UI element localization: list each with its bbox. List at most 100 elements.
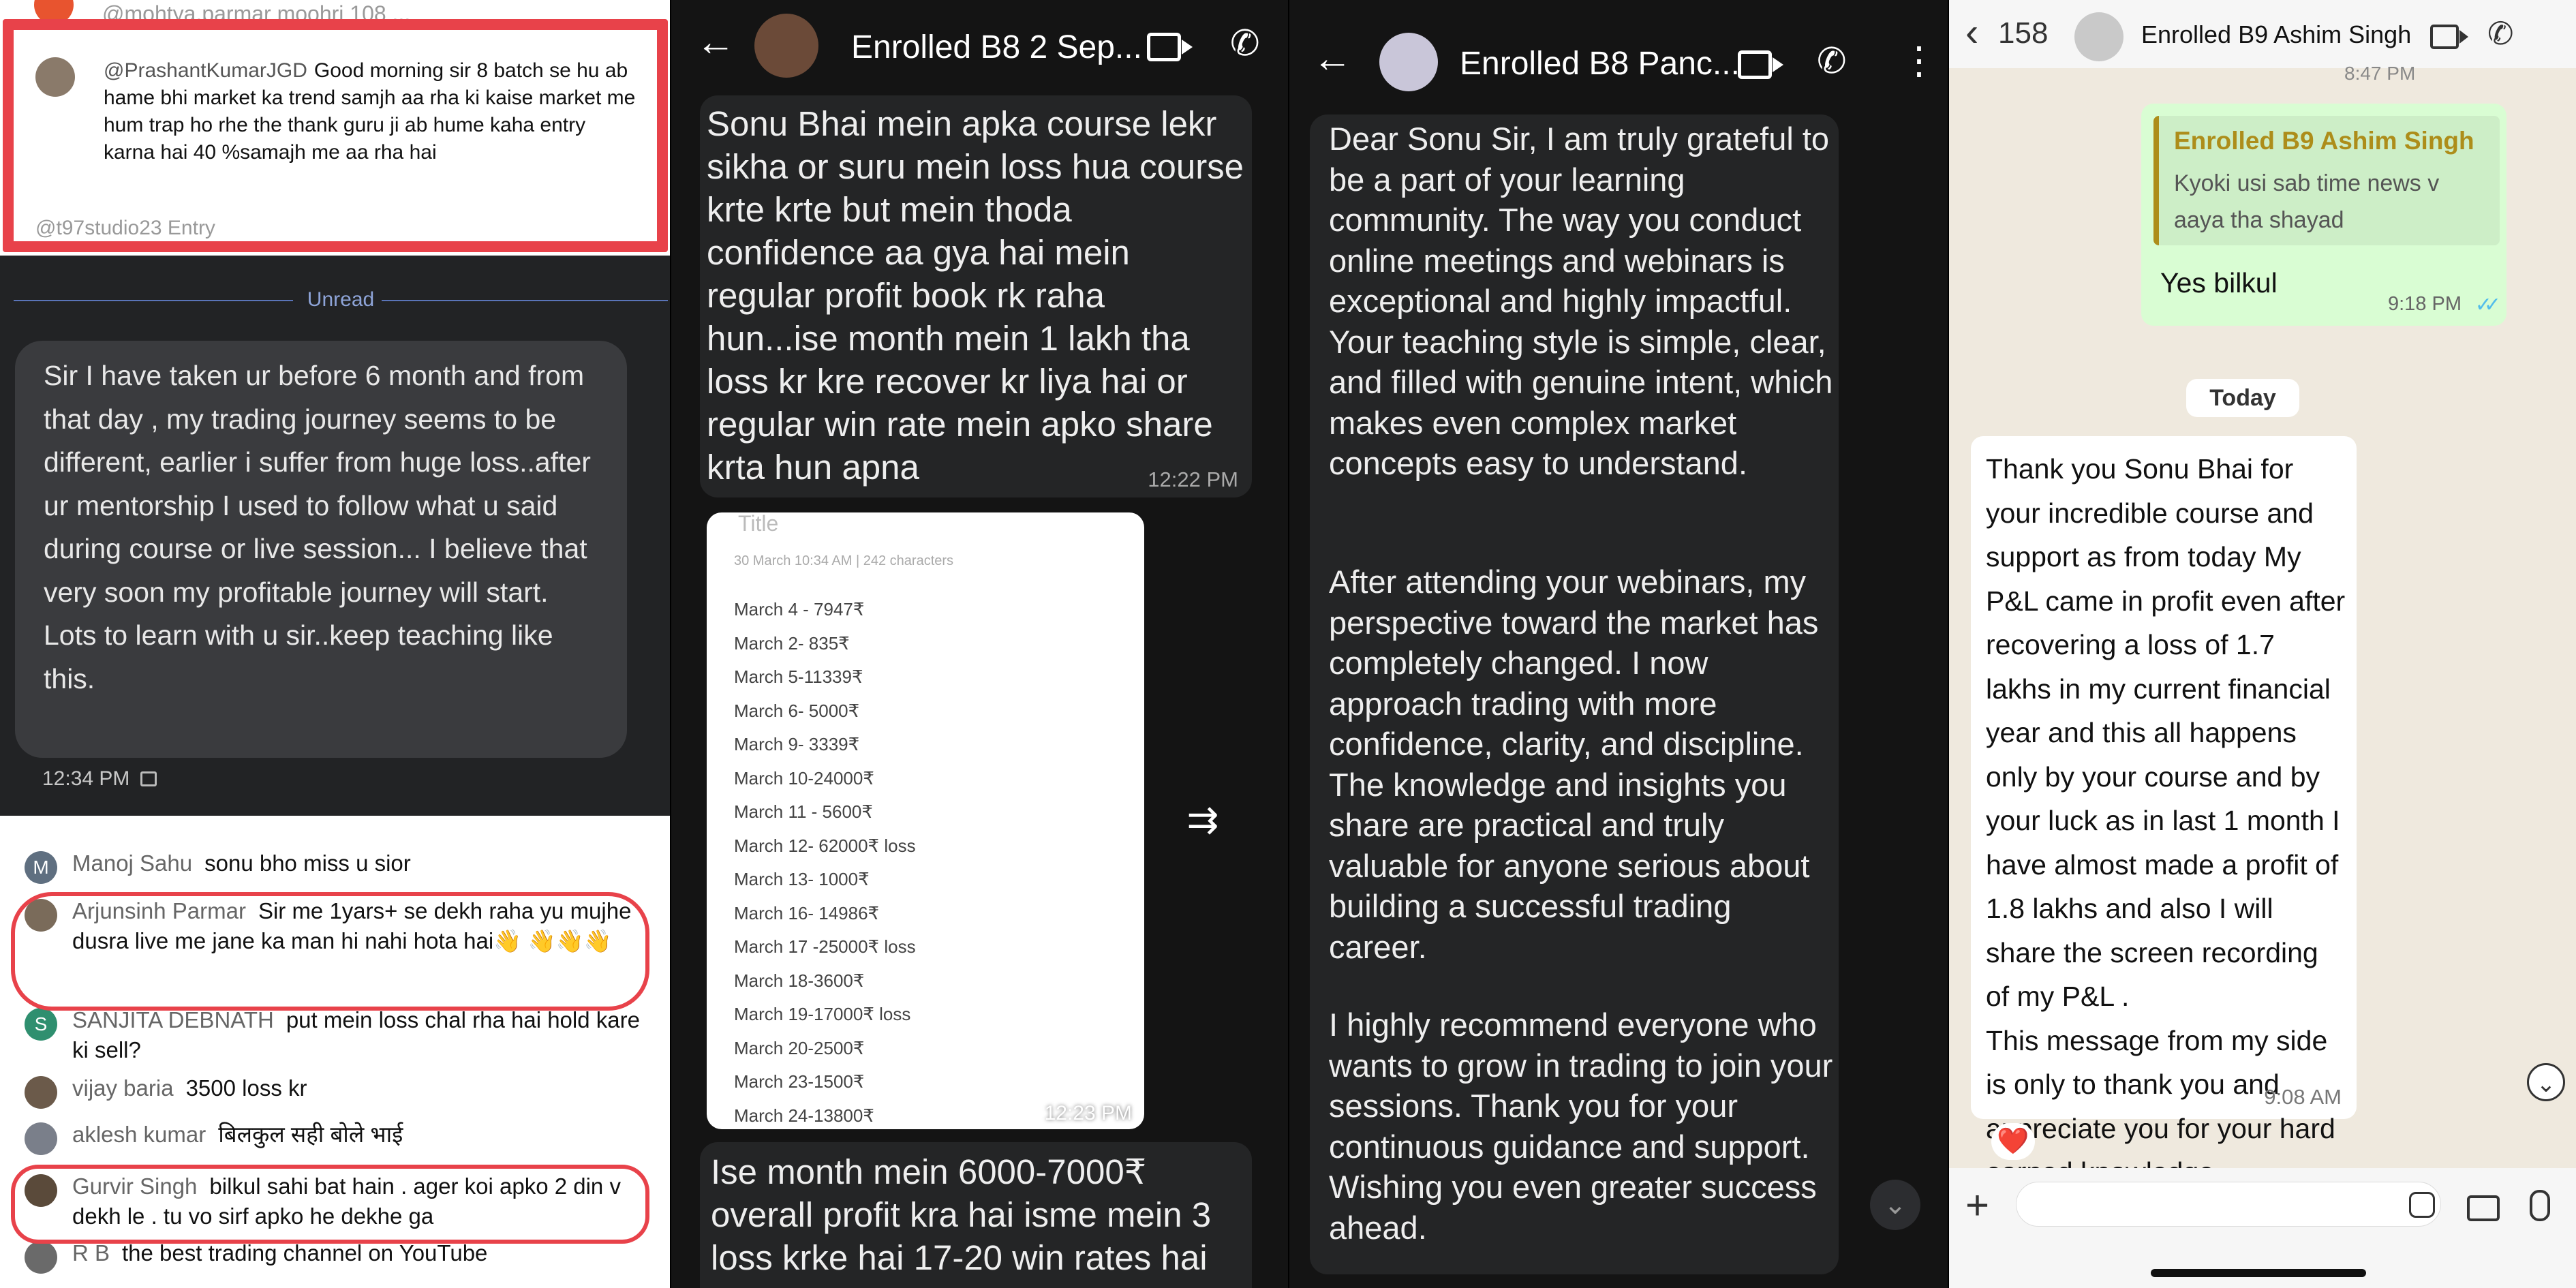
live-chat: M Manoj Sahu sonu bho miss u sior Arjunsinh… [0, 816, 670, 1288]
highlight-circle-1 [11, 892, 649, 1011]
pnl-line: March 4 - 7947₹ [734, 599, 865, 619]
plus-icon[interactable]: + [1965, 1182, 1989, 1229]
pnl-line: March 5-11339₹ [734, 666, 863, 687]
message-time: 12:34 PM [42, 767, 157, 791]
message-paragraph-3: I highly recommend everyone who wants to… [1329, 1007, 1833, 1246]
back-arrow-icon[interactable]: ← [1313, 35, 1352, 81]
message-text: Sir I have taken ur before 6 month and f… [44, 360, 591, 694]
highlighted-comment-area: @mohtya.parmar moohri 108 ... @PrashantK… [0, 0, 670, 256]
comment-handle[interactable]: @PrashantKumarJGD [104, 59, 307, 82]
commenter-name[interactable]: Manoj Sahu [72, 850, 192, 876]
message-bubble: Dear Sonu Sir, I am truly grateful to be… [1310, 114, 1839, 1274]
commenter-name[interactable]: SANJITA DEBNATH [72, 1007, 274, 1032]
pnl-line: March 16- 14986₹ [734, 902, 880, 923]
pnl-line: March 2- 835₹ [734, 632, 850, 654]
youtube-comments-panel: @mohtya.parmar moohri 108 ... @PrashantK… [0, 0, 670, 1288]
more-options-icon[interactable]: ⋮ [1900, 38, 1938, 83]
pnl-line: March 20-2500₹ [734, 1037, 865, 1058]
message-text: Thank you Sonu Bhai for your incredible … [1986, 453, 2346, 1276]
read-ticks-icon: ✓✓ [2474, 294, 2501, 316]
chat-header: ← Enrolled B8 Panc... ✆ ⋮ [1289, 0, 1948, 95]
chat-title[interactable]: Enrolled B8 2 Sep... [851, 29, 1142, 66]
pnl-list: March 4 - 7947₹ March 2- 835₹ March 5-1133… [734, 593, 916, 1129]
message-time: 9:08 AM [2264, 1085, 2342, 1109]
pnl-line: March 12- 62000₹ loss [734, 835, 916, 856]
message-paragraph-1: Dear Sonu Sir, I am truly grateful to be… [1329, 121, 1833, 481]
lock-icon [140, 771, 157, 786]
heart-reaction-icon[interactable]: ❤️ [1991, 1123, 2035, 1160]
message-bubble: Sonu Bhai mein apka course lekr sikha or… [700, 95, 1252, 497]
cut-comment-bottom: @t97studio23 Entry [35, 217, 215, 239]
message-paragraph-2: After attending your webinars, my perspe… [1329, 564, 1819, 965]
comment-text: sonu bho miss u sior [204, 850, 411, 876]
contact-avatar[interactable] [2074, 12, 2123, 61]
note-meta: 30 March 10:34 AM | 242 characters [734, 553, 954, 568]
comment-text: बिलकुल सही बोले भाई [218, 1122, 403, 1147]
quote-author: Enrolled B9 Ashim Singh [2174, 127, 2474, 155]
reply-time: 9:18 PM [2388, 293, 2462, 315]
pnl-line: March 13- 1000₹ [734, 869, 870, 889]
chat-header: ← Enrolled B8 2 Sep... ✆ [671, 0, 1288, 95]
quote-text: Kyoki usi sab time news v aaya tha shaya… [2174, 170, 2440, 233]
forward-icon[interactable]: ⇉ [1176, 797, 1230, 841]
contact-avatar[interactable] [1379, 33, 1438, 91]
chat-header: ‹ 158 Enrolled B9 Ashim Singh ✆ [1949, 0, 2576, 68]
image-message[interactable]: Title 30 March 10:34 AM | 242 characters… [707, 512, 1144, 1129]
sent-message-bubble: Enrolled B9 Ashim Singh Kyoki usi sab ti… [2141, 104, 2506, 326]
quoted-message[interactable]: Enrolled B9 Ashim Singh Kyoki usi sab ti… [2153, 116, 2500, 245]
back-chevron-icon[interactable]: ‹ [1965, 10, 1978, 55]
camera-icon[interactable] [2467, 1195, 2500, 1221]
pnl-line: March 11 - 5600₹ [734, 801, 873, 822]
reply-text: Yes bilkul [2160, 267, 2278, 298]
pnl-line: March 24-13800₹ [734, 1105, 874, 1126]
pnl-line: March 6- 5000₹ [734, 700, 860, 721]
scroll-down-icon[interactable]: ⌄ [1870, 1180, 1920, 1230]
message-input[interactable] [2016, 1182, 2441, 1227]
back-arrow-icon[interactable]: ← [696, 19, 735, 65]
commenter-avatar[interactable]: S [25, 1008, 57, 1041]
home-indicator [2151, 1269, 2366, 1277]
pnl-line: March 18-3600₹ [734, 970, 865, 991]
commenter-name[interactable]: vijay baria [72, 1075, 174, 1101]
message-time: 12:22 PM [1148, 467, 1238, 491]
comment-text: 3500 loss kr [185, 1075, 307, 1101]
phone-icon[interactable]: ✆ [1817, 41, 1847, 82]
commenter-name[interactable]: aklesh kumar [72, 1122, 206, 1147]
pnl-line: March 10-24000₹ [734, 767, 874, 788]
sticker-icon[interactable] [2409, 1192, 2435, 1218]
commenter-avatar[interactable] [25, 1076, 57, 1109]
input-bar: + [1949, 1168, 2576, 1288]
phone-icon[interactable]: ✆ [1230, 23, 1260, 64]
commenter-avatar[interactable] [25, 1241, 57, 1274]
highlight-circle-2 [11, 1165, 649, 1244]
chat-panel-b8-2sep: ← Enrolled B8 2 Sep... ✆ Sonu Bhai mein … [671, 0, 1288, 1288]
microphone-icon[interactable] [2530, 1190, 2550, 1221]
date-chip: Today [2186, 379, 2299, 417]
pnl-line: March 9- 3339₹ [734, 734, 860, 754]
commenter-avatar[interactable] [25, 1122, 57, 1155]
comment-text: the best trading channel on YouTube [122, 1240, 488, 1266]
received-message-bubble: Thank you Sonu Bhai for your incredible … [1971, 436, 2357, 1276]
phone-icon[interactable]: ✆ [2487, 15, 2514, 52]
image-time: 12:23 PM [1044, 1102, 1132, 1124]
chat-title[interactable]: Enrolled B9 Ashim Singh [2141, 20, 2411, 49]
message-bubble: Sir I have taken ur before 6 month and f… [15, 341, 627, 758]
contact-avatar[interactable] [754, 14, 818, 78]
pnl-line: March 17 -25000₹ loss [734, 936, 916, 957]
pnl-line: March 23-1500₹ [734, 1071, 865, 1092]
scroll-down-icon[interactable]: ⌄ [2527, 1063, 2565, 1101]
top-comment: @PrashantKumarJGD Good morning sir 8 batc… [35, 57, 649, 164]
video-call-icon[interactable] [1738, 50, 1783, 79]
commenter-name[interactable]: R B [72, 1240, 110, 1266]
chat-title[interactable]: Enrolled B8 Panc... [1460, 45, 1740, 82]
chat-panel-b8-panc: ← Enrolled B8 Panc... ✆ ⋮ Dear Sonu Sir,… [1289, 0, 1948, 1288]
commenter-avatar[interactable]: M [25, 851, 57, 884]
unread-count[interactable]: 158 [1998, 16, 2048, 50]
message-bubble-2: Ise month mein 6000-7000₹ overall profit… [700, 1142, 1252, 1288]
unread-divider: Unread [14, 286, 668, 313]
message-text: Ise month mein 6000-7000₹ overall profit… [711, 1152, 1212, 1277]
message-text: Sonu Bhai mein apka course lekr sikha or… [707, 104, 1244, 487]
video-call-icon[interactable] [1147, 33, 1193, 61]
video-call-icon[interactable] [2430, 25, 2468, 49]
pnl-line: March 19-17000₹ loss [734, 1004, 911, 1024]
